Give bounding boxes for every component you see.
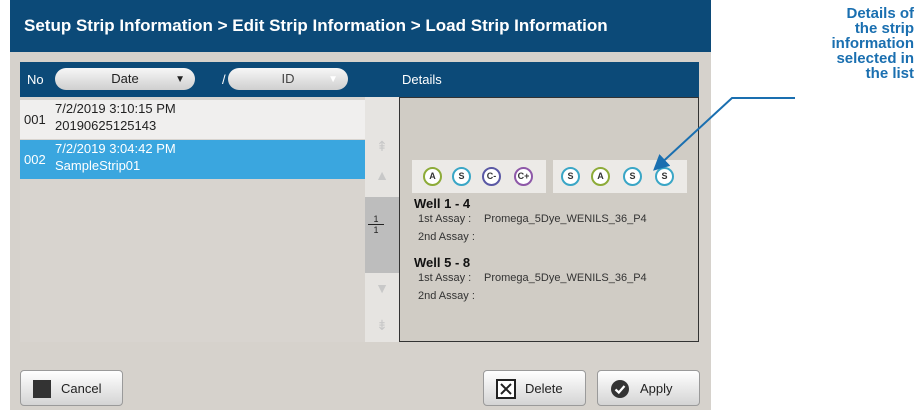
title-bar: Setup Strip Information > Edit Strip Inf… (10, 0, 711, 52)
well-5-8-assay1-value: Promega_5Dye_WENILS_36_P4 (484, 272, 647, 284)
row-strip-id: SampleStrip01 (55, 158, 141, 173)
scrollbar-thumb[interactable] (365, 197, 399, 273)
row-number: 002 (24, 152, 46, 167)
list-item[interactable]: 001 7/2/2019 3:10:15 PM 20190625125143 (20, 100, 365, 139)
sort-date-label: Date (111, 71, 139, 86)
sort-separator: / (222, 72, 226, 87)
apply-button[interactable]: Apply (597, 370, 700, 406)
annotation-line: Details of (846, 5, 914, 22)
wells-1-4-group: A S C- C+ (412, 160, 546, 193)
no-column-header: No (27, 72, 44, 87)
annotation-arrow (653, 97, 795, 171)
well-circle: A (423, 167, 442, 186)
sort-id-label: ID (281, 71, 295, 86)
list-header: No Date ▼ / ID ▼ (20, 62, 365, 97)
sort-date-dropdown[interactable]: Date ▼ (55, 68, 195, 90)
page-title: Setup Strip Information > Edit Strip Inf… (24, 16, 608, 35)
annotation-line: information (831, 35, 915, 52)
chevron-down-icon: ▼ (328, 74, 338, 85)
details-header-label: Details (402, 72, 442, 87)
triangle-up-icon: ▲ (375, 167, 389, 183)
annotation-line: the strip (854, 20, 914, 37)
well-1-4-assay1-value: Promega_5Dye_WENILS_36_P4 (484, 213, 647, 225)
well-circle: A (591, 167, 610, 186)
delete-button[interactable]: Delete (483, 370, 586, 406)
row-datetime: 7/2/2019 3:10:15 PM (55, 101, 176, 116)
scroll-header (365, 62, 399, 97)
chevron-down-icon: ▼ (175, 74, 185, 85)
well-5-8-title: Well 5 - 8 (414, 255, 471, 270)
row-number: 001 (24, 112, 46, 127)
list-item-selected[interactable]: 002 7/2/2019 3:04:42 PM SampleStrip01 (20, 140, 365, 179)
well-1-4-assay2-label: 2nd Assay : (418, 231, 475, 243)
well-circle: S (452, 167, 471, 186)
triangle-down-icon: ▼ (375, 280, 389, 296)
scroll-top-button[interactable]: ⇞ (365, 131, 399, 161)
double-chevron-down-icon: ⇟ (376, 317, 388, 333)
well-1-4-assay1-label: 1st Assay : (418, 213, 472, 225)
annotation-callout: Details of the strip information selecte… (778, 5, 915, 82)
scroll-bottom-button[interactable]: ⇟ (365, 310, 399, 340)
well-5-8-assay1-label: 1st Assay : (418, 272, 472, 284)
well-5-8-assay2-label: 2nd Assay : (418, 290, 475, 302)
delete-button-label: Delete (525, 381, 563, 396)
page-current: 1 (368, 214, 384, 225)
scroll-up-button[interactable]: ▲ (365, 160, 399, 190)
check-circle-icon (611, 380, 629, 398)
strip-list: 001 7/2/2019 3:10:15 PM 20190625125143 0… (20, 97, 365, 342)
stop-icon (33, 380, 51, 398)
annotation-line: the list (865, 65, 914, 82)
apply-button-label: Apply (640, 381, 673, 396)
delete-x-icon (496, 379, 516, 399)
sort-id-dropdown[interactable]: ID ▼ (228, 68, 348, 90)
double-chevron-up-icon: ⇞ (376, 138, 388, 154)
row-datetime: 7/2/2019 3:04:42 PM (55, 141, 176, 156)
scroll-down-button[interactable]: ▼ (365, 273, 399, 303)
cancel-button[interactable]: Cancel (20, 370, 123, 406)
well-circle: C+ (514, 167, 533, 186)
page-indicator: 1 1 (368, 214, 384, 235)
well-1-4-title: Well 1 - 4 (414, 196, 471, 211)
row-strip-id: 20190625125143 (55, 118, 157, 133)
page-total: 1 (373, 225, 379, 235)
well-circle: C- (482, 167, 501, 186)
cancel-button-label: Cancel (61, 381, 102, 396)
annotation-line: selected in (836, 50, 914, 67)
well-circle: S (561, 167, 580, 186)
